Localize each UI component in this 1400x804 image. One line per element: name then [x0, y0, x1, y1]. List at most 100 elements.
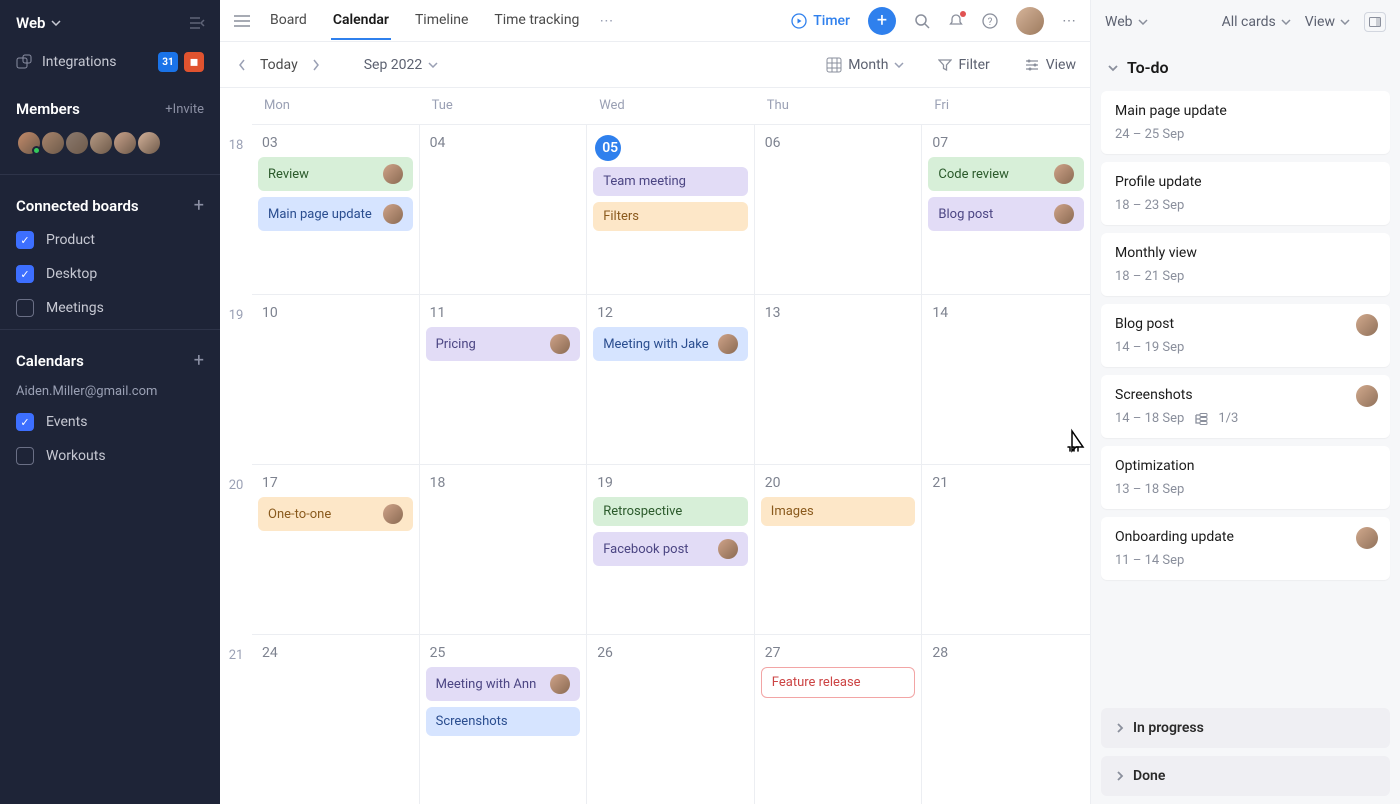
user-avatar[interactable] — [1016, 7, 1044, 35]
todo-card[interactable]: Main page update24 – 25 Sep — [1101, 91, 1390, 154]
checkbox[interactable]: ✓ — [16, 413, 34, 431]
rp-view-selector[interactable]: View — [1305, 14, 1350, 30]
add-button[interactable]: + — [868, 7, 896, 35]
calendar-event[interactable]: Main page update — [258, 197, 413, 231]
timer-button[interactable]: Timer — [791, 13, 850, 29]
calendar-event[interactable]: Code review — [928, 157, 1084, 191]
next-button[interactable] — [308, 55, 324, 75]
member-avatar[interactable] — [64, 130, 90, 156]
tab-board[interactable]: Board — [268, 2, 309, 40]
calendar-event[interactable]: Facebook post — [593, 532, 748, 566]
inprogress-section-header[interactable]: In progress — [1101, 708, 1390, 748]
more-menu-button[interactable]: ⋯ — [1062, 13, 1076, 29]
calendar-event[interactable]: Meeting with Ann — [426, 667, 581, 701]
calendar-cell[interactable]: 21 — [922, 465, 1090, 634]
rp-workspace-selector[interactable]: Web — [1105, 14, 1148, 30]
calendars-title: Calendars — [16, 352, 84, 370]
calendar-cell[interactable]: 12Meeting with Jake — [587, 295, 755, 464]
calendar-event[interactable]: Blog post — [928, 197, 1084, 231]
calendar-cell[interactable]: 19RetrospectiveFacebook post — [587, 465, 755, 634]
calendar-cell[interactable]: 05Team meetingFilters — [587, 125, 755, 294]
todo-card[interactable]: Screenshots14 – 18 Sep1/3 — [1101, 375, 1390, 438]
calendar-cell[interactable]: 11Pricing — [420, 295, 588, 464]
calendar-cell[interactable]: 10 — [252, 295, 420, 464]
todo-card[interactable]: Blog post14 – 19 Sep — [1101, 304, 1390, 367]
checkbox[interactable]: ✓ — [16, 265, 34, 283]
member-avatar[interactable] — [112, 130, 138, 156]
calendar-cell[interactable]: 13 — [755, 295, 923, 464]
calendar-event[interactable]: Filters — [593, 202, 748, 231]
checkbox[interactable]: ✓ — [16, 231, 34, 249]
subtasks-icon — [1194, 413, 1208, 425]
search-button[interactable] — [914, 13, 930, 29]
workspace-switcher[interactable]: Web — [16, 14, 61, 32]
filter-button[interactable]: Filter — [938, 57, 989, 73]
menu-button[interactable] — [234, 15, 250, 27]
add-board-button[interactable]: + — [194, 197, 204, 215]
todo-card[interactable]: Onboarding update11 – 14 Sep — [1101, 517, 1390, 580]
more-tabs-button[interactable]: ⋯ — [599, 13, 613, 29]
calendar-row[interactable]: ✓Events — [0, 405, 220, 439]
calendar-event[interactable]: One-to-one — [258, 497, 413, 531]
tab-calendar[interactable]: Calendar — [331, 2, 391, 40]
svg-text:?: ? — [988, 17, 993, 28]
prev-button[interactable] — [234, 55, 250, 75]
collapse-sidebar-button[interactable] — [188, 16, 206, 30]
calendar-cell[interactable]: 20Images — [755, 465, 923, 634]
calendar-event[interactable]: Meeting with Jake — [593, 327, 748, 361]
today-button[interactable]: Today — [260, 57, 298, 73]
help-button[interactable]: ? — [982, 13, 998, 29]
calendar-cell[interactable]: 27Feature release — [755, 635, 923, 804]
calendar-cell[interactable]: 14 — [922, 295, 1090, 464]
rp-cards-filter[interactable]: All cards — [1222, 14, 1291, 30]
calendar-row[interactable]: Workouts — [0, 439, 220, 473]
card-meta: 14 – 18 Sep1/3 — [1115, 411, 1376, 426]
board-row[interactable]: ✓Product — [0, 223, 220, 257]
member-avatar[interactable] — [136, 130, 162, 156]
member-avatar[interactable] — [40, 130, 66, 156]
calendar-cell[interactable]: 25Meeting with AnnScreenshots — [420, 635, 588, 804]
calendar-cell[interactable]: 28 — [922, 635, 1090, 804]
tab-time-tracking[interactable]: Time tracking — [492, 2, 581, 40]
calendar-cell[interactable]: 18 — [420, 465, 588, 634]
card-avatar — [1356, 385, 1378, 407]
todo-section-header[interactable]: To-do — [1091, 44, 1400, 91]
add-calendar-button[interactable]: + — [194, 352, 204, 370]
calendar-cell[interactable]: 06 — [755, 125, 923, 294]
calendar-event[interactable]: Images — [761, 497, 916, 526]
calendar-event[interactable]: Retrospective — [593, 497, 748, 526]
todo-card[interactable]: Optimization13 – 18 Sep — [1101, 446, 1390, 509]
done-section-header[interactable]: Done — [1101, 756, 1390, 796]
calendar-cell[interactable]: 24 — [252, 635, 420, 804]
checkbox[interactable] — [16, 299, 34, 317]
board-row[interactable]: Meetings — [0, 291, 220, 325]
rp-collapse-button[interactable] — [1364, 12, 1386, 32]
calendar-cell[interactable]: 04 — [420, 125, 588, 294]
calendar-cell[interactable]: 26 — [587, 635, 755, 804]
board-row[interactable]: ✓Desktop — [0, 257, 220, 291]
calendar-event[interactable]: Pricing — [426, 327, 581, 361]
granularity-selector[interactable]: Month — [826, 57, 904, 73]
invite-button[interactable]: +Invite — [165, 102, 204, 117]
calendar-cell[interactable]: 17One-to-one — [252, 465, 420, 634]
todo-card[interactable]: Profile update18 – 23 Sep — [1101, 162, 1390, 225]
calendar-event[interactable]: Screenshots — [426, 707, 581, 736]
member-avatar[interactable] — [88, 130, 114, 156]
calendar-event[interactable]: Team meeting — [593, 167, 748, 196]
assignee-avatar — [718, 539, 738, 559]
todo-card[interactable]: Monthly view18 – 21 Sep — [1101, 233, 1390, 296]
period-selector[interactable]: Sep 2022 — [364, 57, 439, 73]
tab-timeline[interactable]: Timeline — [413, 2, 470, 40]
member-avatar[interactable] — [16, 130, 42, 156]
calendar-event[interactable]: Feature release — [761, 667, 916, 698]
calendar-cell[interactable]: 03ReviewMain page update — [252, 125, 420, 294]
view-button[interactable]: View — [1024, 57, 1076, 73]
integrations-row[interactable]: Integrations 31 ◼ — [0, 42, 220, 82]
day-number: 14 — [928, 305, 1084, 321]
calendar-cell[interactable]: 07Code reviewBlog post — [922, 125, 1090, 294]
checkbox[interactable] — [16, 447, 34, 465]
office-icon[interactable]: ◼ — [184, 52, 204, 72]
calendar-event[interactable]: Review — [258, 157, 413, 191]
google-calendar-icon[interactable]: 31 — [158, 52, 178, 72]
notifications-button[interactable] — [948, 13, 964, 29]
